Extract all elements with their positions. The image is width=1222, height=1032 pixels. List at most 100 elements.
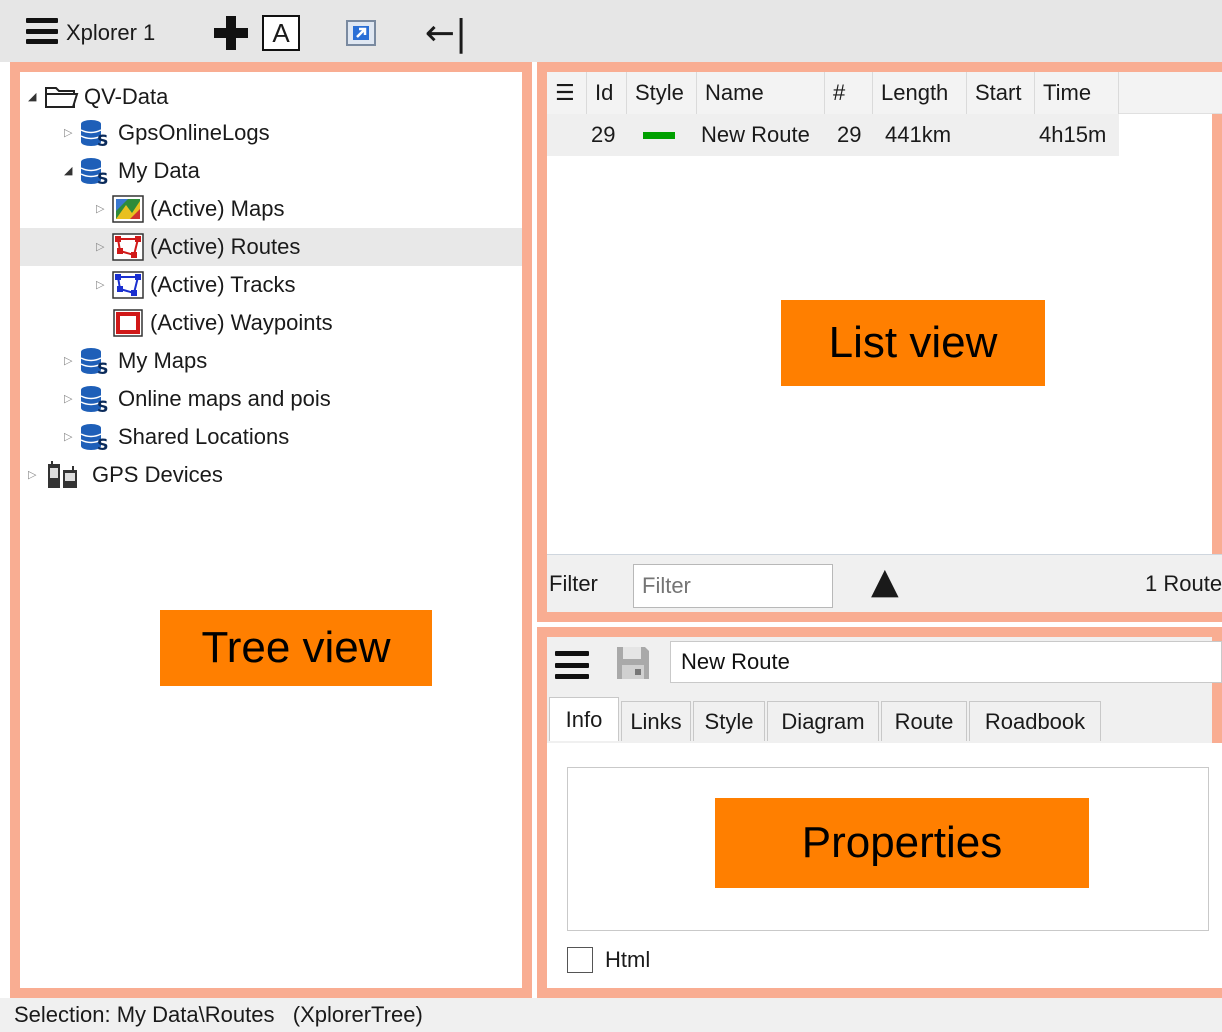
back-icon[interactable]: ←| [422,13,470,54]
route-icon [112,233,144,261]
tree-item-label: My Data [118,158,200,183]
tree-item-root[interactable]: ◢ QV-Data [20,78,522,116]
collapse-arrow-icon[interactable]: ◢ [28,90,38,104]
cell-length: 441km [885,122,952,147]
style-swatch [643,114,677,156]
text-format-icon[interactable]: A [262,15,300,51]
add-icon[interactable] [212,14,250,52]
properties-panel: Info Links Style Diagram Route Roadbook … [547,637,1222,988]
tree-item-gps-devices[interactable]: ▷ GPS Devices [20,456,522,494]
tree-item-label: Online maps and pois [118,386,331,411]
column-header-name[interactable]: Name [697,72,825,114]
gps-device-icon [46,460,80,490]
cell-count: 29 [837,122,862,147]
track-icon [112,271,144,299]
column-header-time[interactable]: Time [1035,72,1119,114]
waypoint-icon [112,309,144,337]
map-icon [112,195,144,223]
cell-name: New Route [701,122,810,147]
expand-arrow-icon[interactable]: ▷ [64,126,74,140]
tree-item-active-maps[interactable]: ▷ (Active) Maps [20,190,522,228]
tree-item-my-maps[interactable]: ▷ S My Maps [20,342,522,380]
svg-text:S: S [97,397,109,414]
svg-text:S: S [97,435,109,452]
cell-id: 29 [591,122,616,147]
list-view-annotation: List view [781,300,1045,386]
tree-item-label: My Maps [118,348,208,373]
tree-item-label: (Active) Maps [150,196,285,221]
column-menu-icon[interactable]: ☰ [547,72,587,114]
status-bar: Selection: My Data\Routes (XplorerTree) [0,998,1222,1032]
column-header-count[interactable]: # [825,72,873,114]
cell-start [971,114,1035,156]
tree-item-label: (Active) Waypoints [150,310,333,335]
table-row[interactable]: 29 New Route 29 441km 4h15m [547,114,1119,156]
tab-content: Properties Html [547,743,1222,988]
tab-strip: Info Links Style Diagram Route Roadbook [547,697,1222,743]
html-checkbox[interactable] [567,947,593,973]
tab-info[interactable]: Info [549,697,619,741]
tree-item-shared-locations[interactable]: ▷ S Shared Locations [20,418,522,456]
shortcut-icon[interactable] [344,18,378,48]
tree-item-label: GpsOnlineLogs [118,120,270,145]
tree-item-online-maps[interactable]: ▷ S Online maps and pois [20,380,522,418]
tree-item-active-tracks[interactable]: ▷ (Active) Tracks [20,266,522,304]
column-header-length[interactable]: Length [873,72,967,114]
properties-annotation: Properties [715,798,1089,888]
expand-arrow-icon[interactable]: ▷ [64,354,74,368]
tree-item-my-data[interactable]: ◢ S My Data [20,152,522,190]
tab-route[interactable]: Route [881,701,967,741]
folder-icon [44,82,80,110]
item-count: 1 Route [1145,571,1222,596]
tab-roadbook[interactable]: Roadbook [969,701,1101,741]
cell-time: 4h15m [1039,122,1107,147]
tree-item-active-waypoints[interactable]: (Active) Waypoints [20,304,522,342]
save-icon[interactable] [613,643,653,683]
svg-text:S: S [97,359,109,376]
filter-label: Filter [549,571,598,596]
list-view: ☰ Id Style Name # Length Start Time 29 N… [547,72,1222,612]
tree-item-active-routes[interactable]: ▷ (Active) Routes [20,228,522,266]
database-icon: S [80,156,112,188]
tab-diagram[interactable]: Diagram [767,701,879,741]
toolbar: Xplorer 1 A ←| [0,0,1222,62]
window-title: Xplorer 1 [66,20,156,45]
expand-arrow-icon[interactable]: ▷ [96,278,106,292]
tab-style[interactable]: Style [693,701,765,741]
menu-icon[interactable] [555,647,589,683]
properties-region: Info Links Style Diagram Route Roadbook … [537,627,1222,998]
filter-bar: Filter ▲ 1 Route [547,554,1222,612]
svg-text:S: S [97,169,109,186]
collapse-arrow-icon[interactable]: ◢ [64,164,74,178]
column-header-style[interactable]: Style [627,72,697,114]
expand-arrow-icon[interactable]: ▷ [96,240,106,254]
name-input[interactable] [670,641,1222,683]
menu-icon[interactable] [26,18,58,44]
tree-item-gpsonlinelogs[interactable]: ▷ S GpsOnlineLogs [20,114,522,152]
tree-item-label: (Active) Tracks [150,272,296,297]
svg-text:S: S [97,131,109,148]
expand-arrow-icon[interactable]: ▷ [64,430,74,444]
tree-item-label: GPS Devices [92,462,223,487]
expand-arrow-icon[interactable]: ▷ [64,392,74,406]
database-icon: S [80,118,112,150]
tree-item-label: Shared Locations [118,424,290,449]
list-view-region: ☰ Id Style Name # Length Start Time 29 N… [537,62,1222,622]
html-checkbox-label: Html [605,947,651,972]
tab-links[interactable]: Links [621,701,691,741]
tree-view: ◢ QV-Data ▷ S GpsOnlineLogs ◢ S My Data … [20,72,522,988]
expand-arrow-icon[interactable]: ▷ [96,202,106,216]
tree-item-label: QV-Data [84,84,169,109]
database-icon: S [80,384,112,416]
tree-view-annotation: Tree view [160,610,432,686]
database-icon: S [80,346,112,378]
list-header: ☰ Id Style Name # Length Start Time [547,72,1222,114]
column-header-id[interactable]: Id [587,72,627,114]
tree-view-region: ◢ QV-Data ▷ S GpsOnlineLogs ◢ S My Data … [10,62,532,998]
expand-arrow-icon[interactable]: ▷ [28,468,38,482]
database-icon: S [80,422,112,454]
filter-input[interactable] [633,564,833,608]
status-text: Selection: My Data\Routes (XplorerTree) [14,1002,423,1027]
sort-direction-icon[interactable]: ▲ [871,561,899,602]
column-header-start[interactable]: Start [967,72,1035,114]
